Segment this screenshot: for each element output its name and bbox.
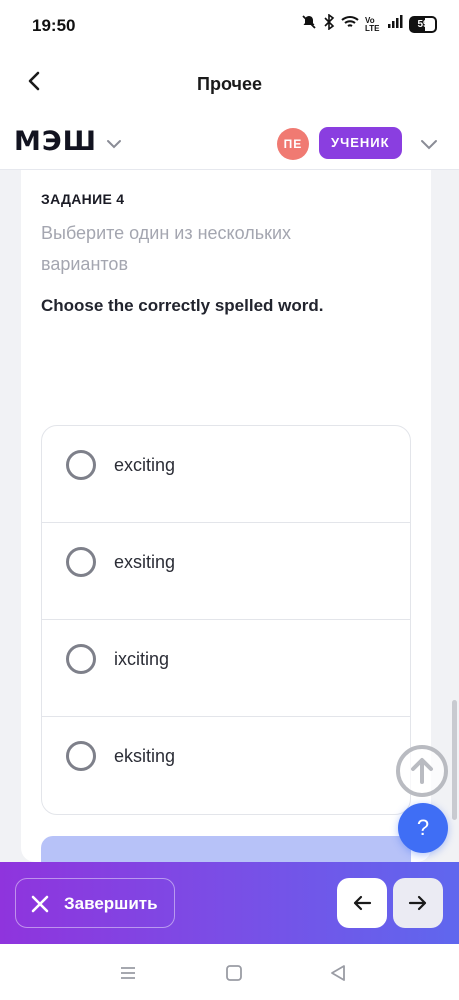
task-number: ЗАДАНИЕ 4 bbox=[41, 191, 125, 207]
recent-apps-button[interactable] bbox=[117, 962, 139, 984]
page-title: Прочее bbox=[197, 74, 262, 94]
scroll-up-button[interactable] bbox=[396, 745, 448, 797]
battery-icon: 59 bbox=[409, 16, 437, 33]
answer-option-label: exsiting bbox=[114, 552, 176, 572]
avatar[interactable]: ПЕ bbox=[277, 128, 309, 160]
system-navigation-bar bbox=[0, 944, 459, 1000]
menu-icon bbox=[121, 967, 135, 979]
chevron-down-icon[interactable] bbox=[418, 134, 440, 154]
answer-option[interactable]: exciting bbox=[42, 426, 410, 523]
answer-option[interactable]: exsiting bbox=[42, 523, 410, 620]
role-badge[interactable]: УЧЕНИК bbox=[319, 127, 402, 159]
app-logo[interactable]: МЭШ bbox=[14, 126, 97, 157]
task-instruction: Выберите один из нескольких вариантов bbox=[41, 223, 292, 274]
home-button[interactable] bbox=[223, 962, 245, 984]
close-icon bbox=[31, 895, 49, 913]
scrollbar[interactable] bbox=[452, 700, 457, 820]
arrow-left-icon bbox=[353, 895, 372, 911]
answer-option[interactable]: eksiting bbox=[42, 717, 410, 814]
answer-option-label: eksiting bbox=[114, 746, 176, 766]
answer-option[interactable]: ixciting bbox=[42, 620, 410, 717]
answer-options: exciting exsiting ixciting eksiting bbox=[41, 425, 411, 815]
help-button[interactable]: ? bbox=[398, 803, 448, 853]
arrow-up-icon bbox=[411, 758, 433, 784]
system-back-button[interactable] bbox=[327, 962, 349, 984]
next-task-button[interactable] bbox=[393, 878, 443, 928]
mute-bell-icon bbox=[301, 14, 317, 35]
status-bar: 19:50 Vo LTE 59 bbox=[0, 0, 459, 52]
wifi-icon bbox=[341, 15, 359, 34]
bluetooth-icon bbox=[323, 13, 335, 35]
radio-button[interactable] bbox=[66, 741, 96, 771]
square-icon bbox=[226, 965, 242, 981]
app-header: МЭШ ПЕ УЧЕНИК bbox=[0, 114, 459, 170]
triangle-back-icon bbox=[331, 965, 345, 981]
finish-button-label: Завершить bbox=[64, 894, 158, 913]
previous-task-button[interactable] bbox=[337, 878, 387, 928]
chevron-down-icon[interactable] bbox=[104, 134, 124, 154]
radio-button[interactable] bbox=[66, 547, 96, 577]
status-icons: Vo LTE 59 bbox=[301, 13, 437, 35]
radio-button[interactable] bbox=[66, 450, 96, 480]
answer-option-label: ixciting bbox=[114, 649, 170, 669]
answer-option-label: exciting bbox=[114, 455, 176, 475]
finish-button[interactable]: Завершить bbox=[15, 878, 175, 928]
radio-button[interactable] bbox=[66, 644, 96, 674]
top-navigation: Прочее bbox=[0, 52, 459, 114]
network-label: Vo LTE bbox=[365, 15, 380, 33]
signal-icon bbox=[387, 15, 403, 34]
status-time: 19:50 bbox=[32, 16, 76, 35]
bottom-action-bar: Завершить bbox=[0, 862, 459, 944]
task-question: Choose the correctly spelled word. bbox=[41, 296, 324, 315]
arrow-right-icon bbox=[408, 895, 427, 911]
